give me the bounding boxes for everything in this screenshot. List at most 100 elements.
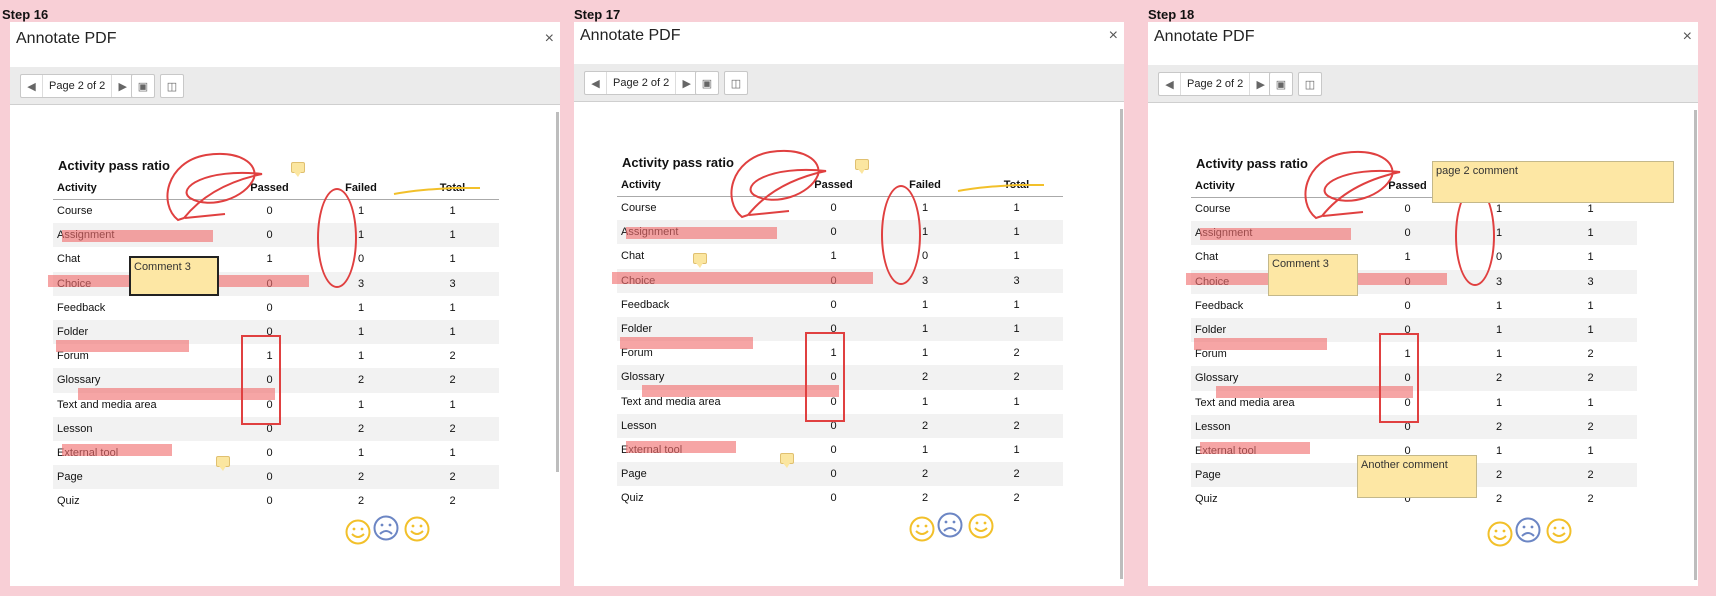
sad-face-icon[interactable] [1515,517,1541,543]
table-row: Feedback 0 1 1 [617,293,1063,317]
table-cell: 1 [1404,251,1411,264]
table-row: Page022 [53,465,499,490]
table-row: Course 0 1 1 [617,196,1063,220]
expand-comments-button[interactable]: ◫ [160,74,184,98]
table-cell: Course [1195,203,1231,216]
comment-box[interactable]: Another comment [1357,455,1477,498]
table-cell: 1 [357,398,365,411]
page-navigator: ◀ Page 2 of 2 ▶ [584,71,699,95]
ellipse-annotation[interactable] [881,185,921,285]
arrow-left-icon[interactable]: ◀ [585,72,607,94]
pdf-page[interactable]: Activity pass ratio Activity Passed Fail… [1148,104,1698,586]
comment-box[interactable]: Comment 3 [1268,254,1358,296]
dialog-title: Annotate PDF [580,27,681,44]
table-cell: 1 [1013,443,1020,456]
table-cell: 0 [266,205,273,218]
search-comments-button[interactable]: ▣ [1269,72,1293,96]
dialog-title: Annotate PDF [16,30,117,47]
arrow-left-icon[interactable]: ◀ [21,75,43,97]
table-cell: 2 [880,413,970,438]
highlight-annotation[interactable] [1200,228,1351,240]
search-comments-button[interactable]: ▣ [131,74,155,98]
comment-box[interactable]: page 2 comment [1432,161,1674,203]
close-icon[interactable]: × [545,30,554,48]
step-label: Step 18 [1148,7,1195,22]
toolbar: ◀ Page 2 of 2 ▶ ▣ ◫ [574,64,1124,102]
pdf-page[interactable]: Activity pass ratio Activity Passed Fail… [10,106,560,586]
expand-comments-button[interactable]: ◫ [1298,72,1322,96]
smiley-face-icon[interactable] [909,516,935,542]
scrollbar[interactable] [556,112,559,472]
table-cell: 0 [266,495,273,508]
close-icon[interactable]: × [1683,28,1692,46]
table-cell: Page [1191,463,1361,488]
sad-face-icon[interactable] [937,512,963,538]
arrow-left-icon[interactable]: ◀ [1159,73,1181,95]
table-cell: Lesson [53,416,223,441]
smiley-face-icon[interactable] [1487,521,1513,547]
ellipse-annotation[interactable] [317,188,357,288]
table-cell: 1 [880,316,970,342]
comment-note-icon[interactable] [855,159,869,174]
page-navigator: ◀ Page 2 of 2 ▶ [20,74,135,98]
comment-note-icon[interactable] [780,453,794,468]
scrollbar[interactable] [1694,110,1697,580]
table-cell: Course [57,205,93,218]
comment-box[interactable]: Comment 3 [129,256,219,296]
page-navigator: ◀ Page 2 of 2 ▶ [1158,72,1273,96]
comment-note-icon[interactable] [216,456,230,471]
expand-comments-button[interactable]: ◫ [724,71,748,95]
table-cell: 1 [1013,298,1020,311]
highlight-annotation[interactable] [56,340,189,352]
page-indicator[interactable]: Page 2 of 2 [43,75,111,97]
table-cell: 2 [1544,414,1637,439]
sad-face-icon[interactable] [373,515,399,541]
table-title: Activity pass ratio [622,155,734,170]
table-cell: 0 [830,443,837,456]
table-cell: 1 [1454,317,1544,343]
page-indicator[interactable]: Page 2 of 2 [1181,73,1249,95]
table-cell: 2 [1013,347,1020,360]
highlight-annotation[interactable] [620,337,753,349]
column-header: Total [406,177,499,200]
highlight-annotation[interactable] [62,444,172,456]
table-row: Chat 1 0 1 [53,247,499,271]
pdf-page[interactable]: Activity pass ratio Activity Passed Fail… [574,103,1124,586]
comment-note-icon[interactable] [693,253,707,268]
search-comments-button[interactable]: ▣ [695,71,719,95]
rectangle-annotation[interactable] [1379,333,1419,423]
table-cell: Quiz [57,495,80,508]
column-header: Passed [787,174,880,197]
highlight-annotation[interactable] [62,230,213,242]
highlight-annotation[interactable] [1200,442,1310,454]
arrow-right-icon[interactable]: ▶ [1249,73,1271,95]
table-cell: 2 [1587,493,1594,506]
table-cell: 1 [357,446,365,459]
highlight-annotation[interactable] [626,441,736,453]
table-cell: 0 [830,202,837,215]
table-cell: Feedback [1195,299,1244,312]
smiley-face-icon[interactable] [968,513,994,539]
comment-note-icon[interactable] [291,162,305,177]
smiley-face-icon[interactable] [345,519,371,545]
dialog-title: Annotate PDF [1154,28,1255,45]
close-icon[interactable]: × [1109,27,1118,45]
highlight-annotation[interactable] [612,272,873,284]
table-cell: 2 [316,465,406,490]
highlight-annotation[interactable] [626,227,777,239]
arrow-right-icon[interactable]: ▶ [675,72,697,94]
table-cell: 2 [316,368,406,393]
table-cell: 1 [1544,317,1637,343]
rectangle-annotation[interactable] [805,332,845,422]
step-label: Step 17 [574,7,621,22]
smiley-face-icon[interactable] [404,516,430,542]
highlight-annotation[interactable] [1194,338,1327,350]
table-cell: 1 [357,301,365,314]
table-cell: 2 [449,495,456,508]
scrollbar[interactable] [1120,109,1123,579]
rectangle-annotation[interactable] [241,335,281,425]
smiley-face-icon[interactable] [1546,518,1572,544]
page-indicator[interactable]: Page 2 of 2 [607,72,675,94]
table-cell: 1 [1013,250,1020,263]
arrow-right-icon[interactable]: ▶ [111,75,133,97]
